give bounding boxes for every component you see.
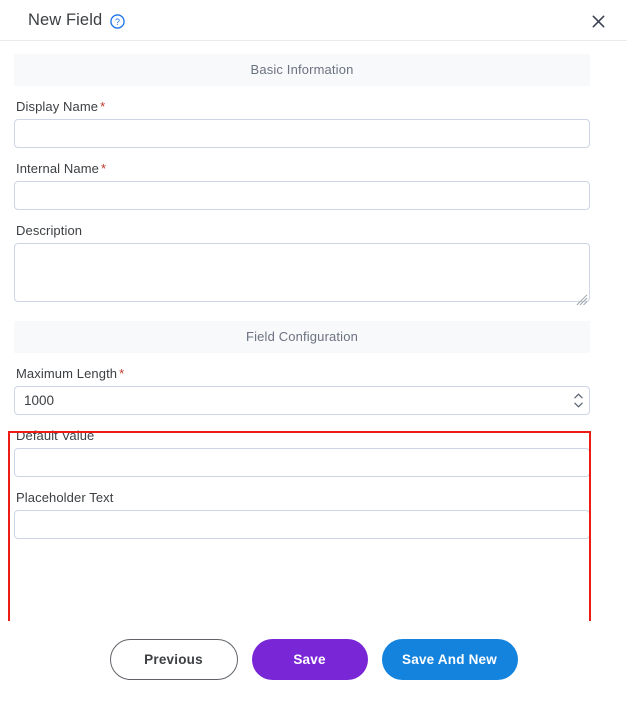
label-text: Display Name xyxy=(16,99,99,114)
new-field-dialog: New Field ? Basic Information Display Na… xyxy=(0,0,627,705)
field-description: Description xyxy=(14,223,590,307)
field-label-default-value: Default Value xyxy=(16,428,590,443)
field-display-name: Display Name * xyxy=(14,99,590,148)
label-text: Default Value xyxy=(16,428,95,443)
label-text: Maximum Length xyxy=(16,366,118,381)
required-asterisk: * xyxy=(100,161,107,176)
section-header-basic-information: Basic Information xyxy=(14,54,590,86)
label-text: Placeholder Text xyxy=(16,490,114,505)
field-default-value: Default Value xyxy=(14,428,590,477)
field-label-internal-name: Internal Name * xyxy=(16,161,590,176)
field-maximum-length: Maximum Length * xyxy=(14,366,590,415)
dialog-header: New Field ? xyxy=(0,0,627,41)
close-icon[interactable] xyxy=(585,8,611,34)
label-text: Description xyxy=(16,223,83,238)
svg-text:?: ? xyxy=(115,16,120,26)
field-label-display-name: Display Name * xyxy=(16,99,590,114)
description-textarea-wrapper xyxy=(14,243,590,307)
placeholder-text-input[interactable] xyxy=(14,510,590,539)
page-title: New Field xyxy=(28,10,103,29)
field-placeholder-text: Placeholder Text xyxy=(14,490,590,539)
save-button[interactable]: Save xyxy=(251,638,368,680)
required-asterisk: * xyxy=(100,99,106,114)
previous-button[interactable]: Previous xyxy=(109,638,238,680)
save-and-new-button[interactable]: Save And New xyxy=(381,638,518,680)
default-value-input[interactable] xyxy=(14,448,590,477)
description-textarea[interactable] xyxy=(14,243,590,302)
field-internal-name: Internal Name * xyxy=(14,161,590,210)
section-header-field-configuration: Field Configuration xyxy=(14,321,590,353)
chevron-down-icon xyxy=(574,402,583,408)
internal-name-input[interactable] xyxy=(14,181,590,210)
dialog-footer: Previous Save Save And New xyxy=(0,621,627,705)
dialog-body: Basic Information Display Name * Internal… xyxy=(0,41,627,621)
field-label-maximum-length: Maximum Length * xyxy=(16,366,590,381)
field-label-description: Description xyxy=(16,223,590,238)
maximum-length-wrapper xyxy=(14,386,590,415)
number-stepper[interactable] xyxy=(573,390,584,412)
display-name-input[interactable] xyxy=(14,119,590,148)
required-asterisk: * xyxy=(119,366,125,381)
label-text: Internal Name xyxy=(16,161,99,176)
chevron-up-icon xyxy=(574,393,583,399)
help-circle-icon[interactable]: ? xyxy=(110,13,125,29)
field-label-placeholder-text: Placeholder Text xyxy=(16,490,590,505)
maximum-length-input[interactable] xyxy=(14,386,590,415)
